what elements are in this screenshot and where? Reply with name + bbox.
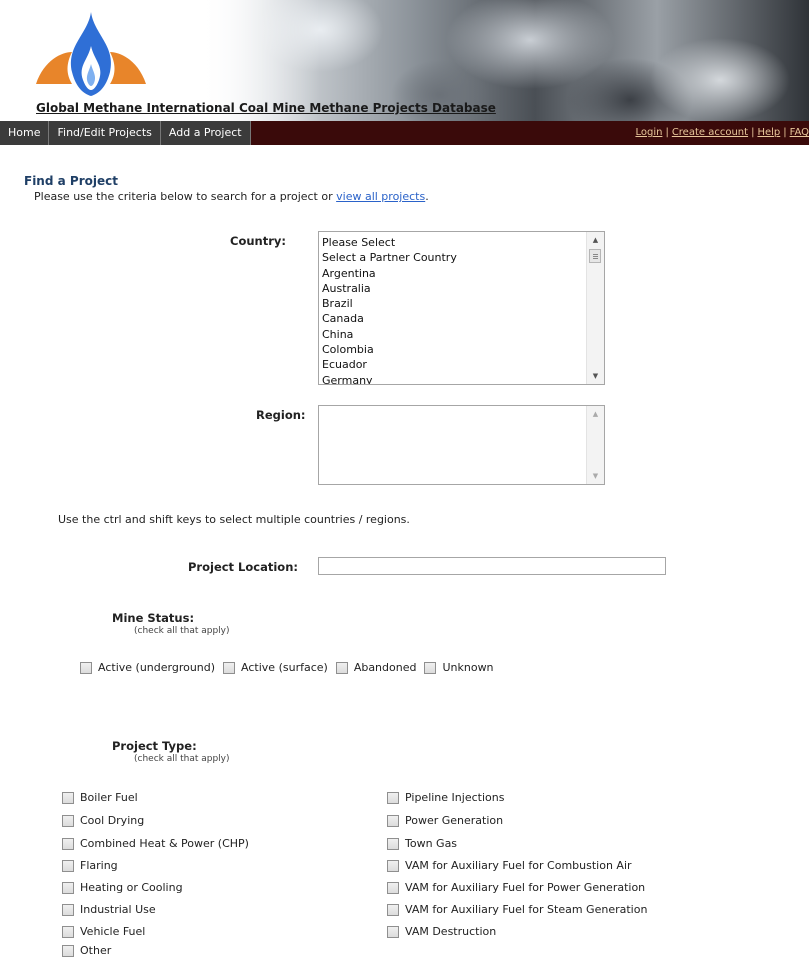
create-account-link[interactable]: Create account [672,127,748,138]
account-links: Login | Create account | Help | FAQ [635,127,809,138]
project-location-label: Project Location: [188,560,298,574]
town-gas-checkbox[interactable] [387,837,399,850]
help-link[interactable]: Help [757,127,780,138]
country-option[interactable]: China [322,327,604,342]
page-title: Find a Project [24,174,118,188]
country-options: Please Select Select a Partner Country A… [319,232,604,384]
scroll-up-icon[interactable]: ▲ [587,232,604,248]
project-type-chp[interactable]: Combined Heat & Power (CHP) [62,837,249,850]
site-header: Global Methane International Coal Mine M… [0,0,809,121]
vam-destruction-checkbox[interactable] [387,925,399,938]
mine-status-subtitle: (check all that apply) [134,626,230,636]
faq-link[interactable]: FAQ [790,127,809,138]
country-option[interactable]: Colombia [322,342,604,357]
unknown-checkbox[interactable] [424,661,437,674]
region-scrollbar[interactable]: ▲ ▼ [586,406,604,484]
project-type-flaring[interactable]: Flaring [62,859,118,872]
login-link[interactable]: Login [635,127,662,138]
country-option[interactable]: Germany [322,373,604,384]
country-option[interactable]: Canada [322,311,604,326]
view-all-projects-link[interactable]: view all projects [336,190,425,203]
project-type-vam-destruction[interactable]: VAM Destruction [387,925,496,938]
active-surface-checkbox[interactable] [223,661,236,674]
cool-drying-checkbox[interactable] [62,814,74,827]
scroll-up-icon[interactable]: ▲ [587,406,604,422]
active-underground-checkbox[interactable] [80,661,92,674]
project-type-subtitle: (check all that apply) [134,754,230,764]
project-type-industrial-use[interactable]: Industrial Use [62,903,156,916]
country-option[interactable]: Brazil [322,296,604,311]
project-type-title: Project Type: [112,739,197,753]
boiler-fuel-checkbox[interactable] [62,791,74,804]
project-type-vehicle-fuel[interactable]: Vehicle Fuel [62,925,145,938]
heating-cooling-checkbox[interactable] [62,881,74,894]
scroll-down-icon[interactable]: ▼ [587,468,604,484]
region-label: Region: [256,408,306,422]
intro-text: Please use the criteria below to search … [34,190,429,203]
site-title[interactable]: Global Methane International Coal Mine M… [36,101,496,115]
project-type-town-gas[interactable]: Town Gas [387,837,457,850]
abandoned-checkbox[interactable] [335,661,348,674]
project-type-heating-cooling[interactable]: Heating or Cooling [62,881,183,894]
country-option[interactable]: Australia [322,281,604,296]
vam-power-generation-checkbox[interactable] [387,881,399,894]
project-type-vam-power-generation[interactable]: VAM for Auxiliary Fuel for Power Generat… [387,881,645,894]
nav-add-project[interactable]: Add a Project [161,121,251,145]
project-type-power-generation[interactable]: Power Generation [387,814,503,827]
project-type-cool-drying[interactable]: Cool Drying [62,814,144,827]
main-nav: Home Find/Edit Projects Add a Project Lo… [0,121,809,145]
project-type-pipeline-injections[interactable]: Pipeline Injections [387,791,504,804]
multi-select-hint: Use the ctrl and shift keys to select mu… [58,513,410,526]
country-option[interactable]: Ecuador [322,357,604,372]
country-listbox[interactable]: Please Select Select a Partner Country A… [318,231,605,385]
country-option[interactable]: Argentina [322,266,604,281]
project-type-vam-combustion-air[interactable]: VAM for Auxiliary Fuel for Combustion Ai… [387,859,632,872]
scroll-down-icon[interactable]: ▼ [587,368,604,384]
country-scrollbar[interactable]: ▲ ▼ [586,232,604,384]
nav-tabs: Home Find/Edit Projects Add a Project [0,121,251,145]
pipeline-injections-checkbox[interactable] [387,791,399,804]
region-listbox[interactable]: ▲ ▼ [318,405,605,485]
methane-flame-logo [36,12,146,96]
flaring-checkbox[interactable] [62,859,74,872]
nav-home[interactable]: Home [0,121,50,145]
country-label: Country: [230,234,286,248]
mine-status-title: Mine Status: [112,611,195,625]
scroll-thumb[interactable] [589,249,601,263]
power-generation-checkbox[interactable] [387,814,399,827]
vehicle-fuel-checkbox[interactable] [62,925,74,938]
chp-checkbox[interactable] [62,837,74,850]
vam-steam-generation-checkbox[interactable] [387,903,399,916]
project-type-boiler-fuel[interactable]: Boiler Fuel [62,791,138,804]
project-type-vam-steam-generation[interactable]: VAM for Auxiliary Fuel for Steam Generat… [387,903,647,916]
vam-combustion-air-checkbox[interactable] [387,859,399,872]
industrial-use-checkbox[interactable] [62,903,74,916]
other-checkbox[interactable] [62,944,74,957]
mine-status-options: Active (underground) Active (surface) Ab… [80,661,502,674]
country-option[interactable]: Select a Partner Country [322,250,604,265]
nav-find-edit-projects[interactable]: Find/Edit Projects [49,121,161,145]
project-location-input[interactable] [318,557,666,575]
country-option[interactable]: Please Select [322,235,604,250]
project-type-other[interactable]: Other [62,944,111,957]
